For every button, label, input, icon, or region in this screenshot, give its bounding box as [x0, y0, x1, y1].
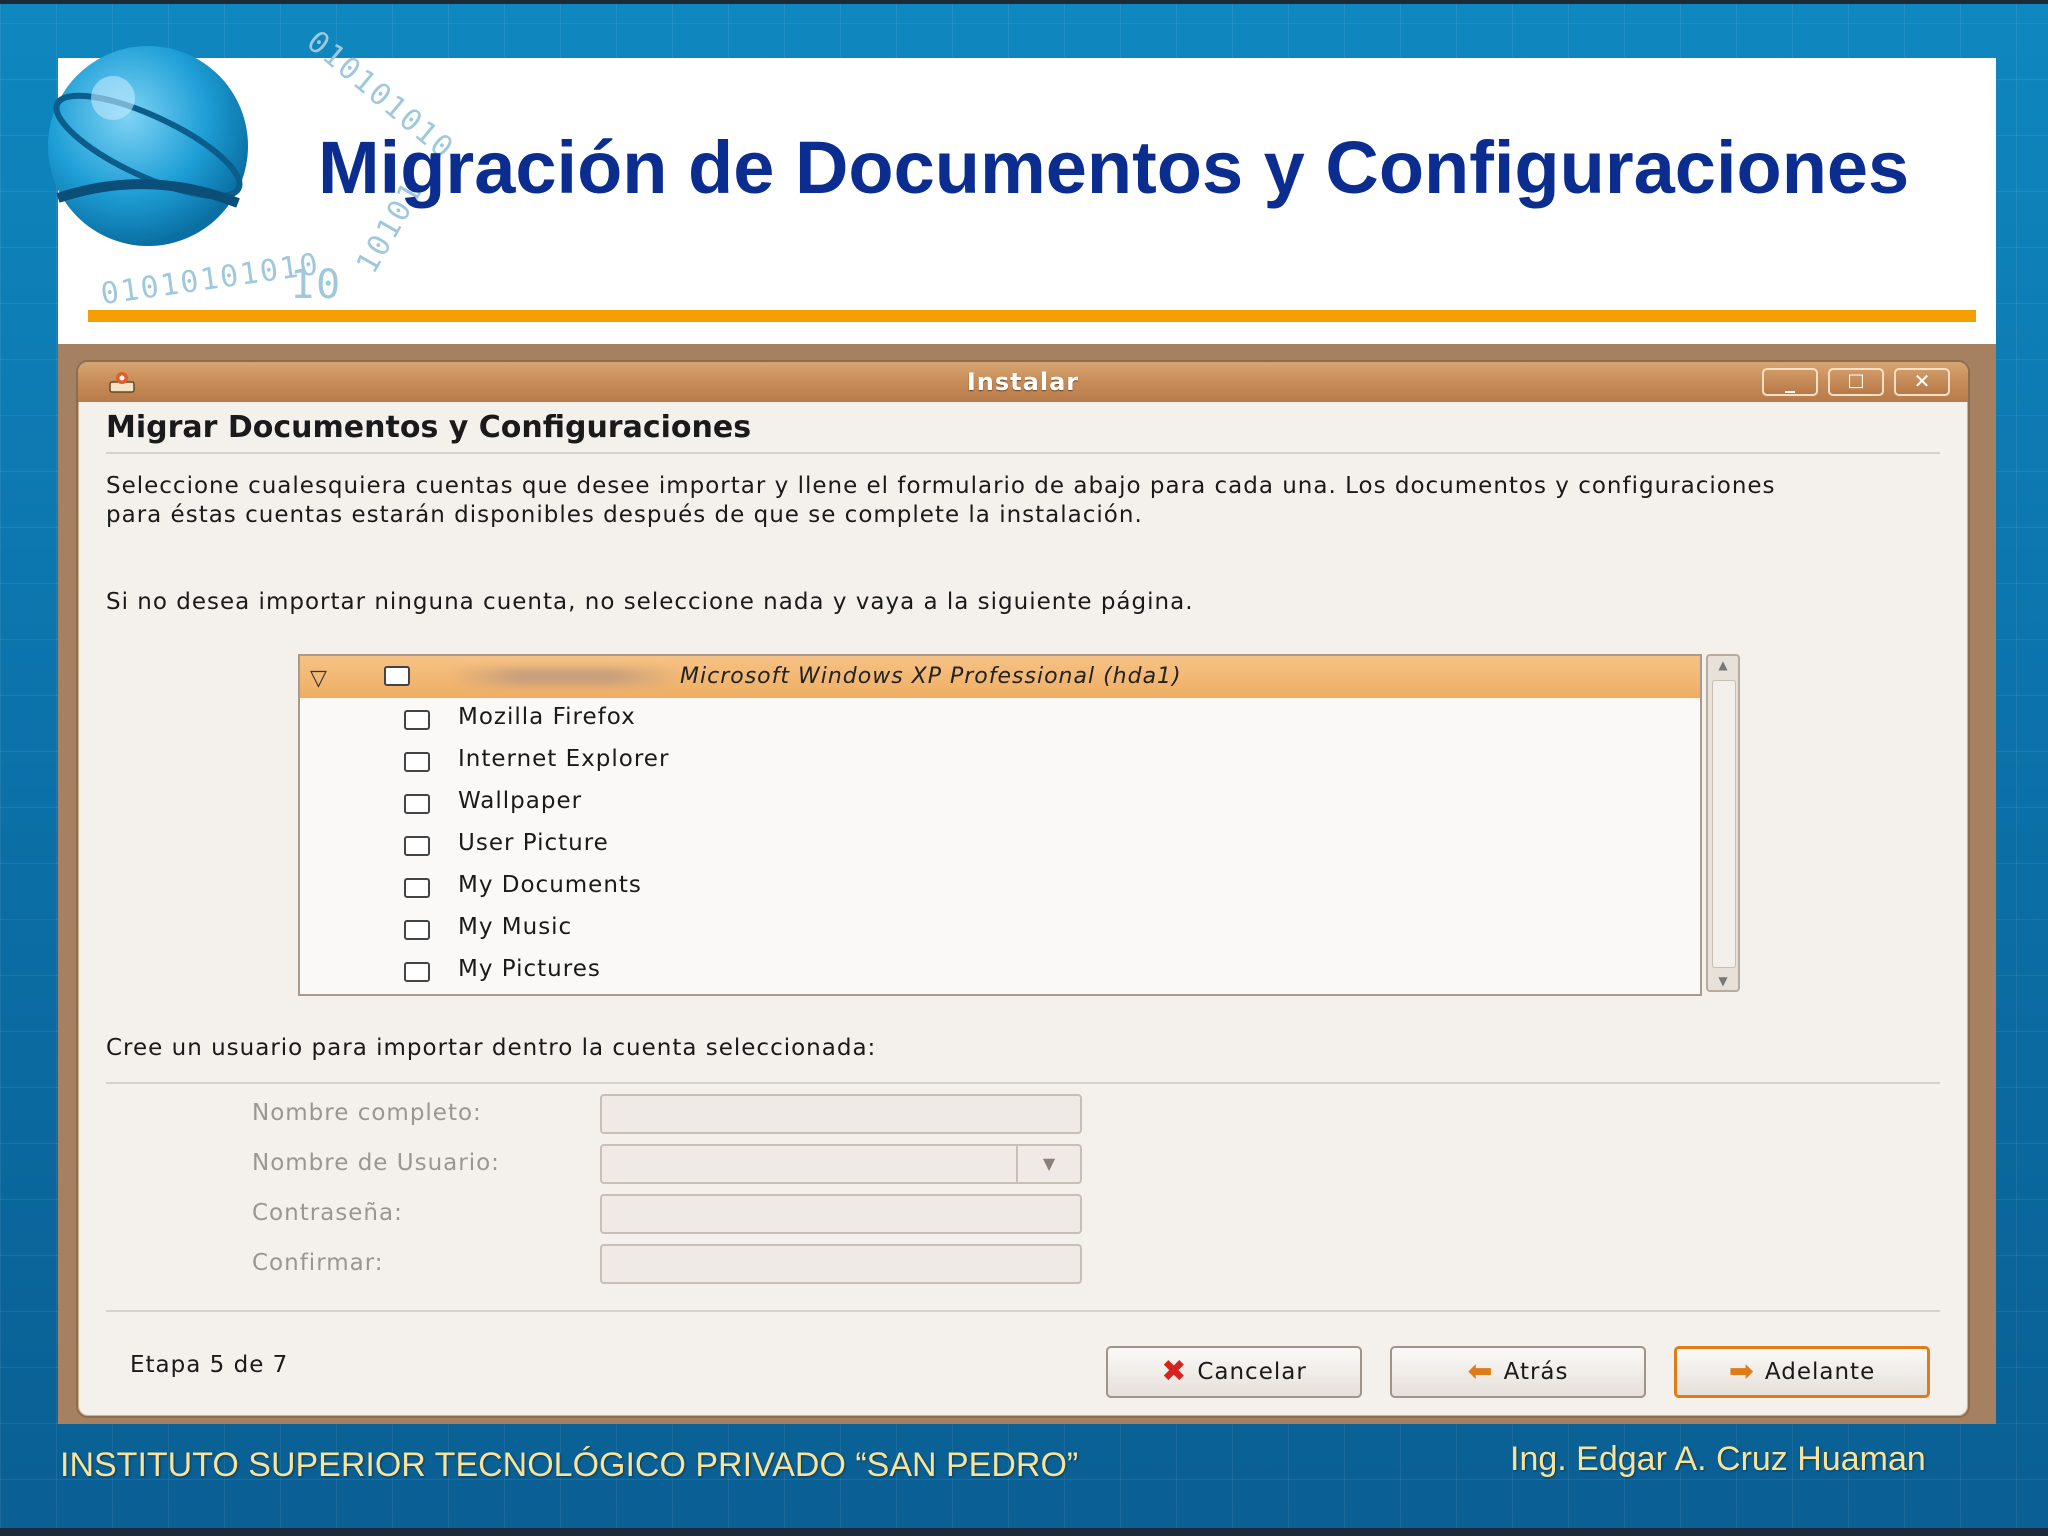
tree-row[interactable]: Mozilla Firefox: [300, 698, 1700, 740]
tree-item-label: My Pictures: [458, 956, 601, 982]
cancel-x-icon: ✖: [1161, 1354, 1188, 1389]
tree-row[interactable]: Internet Explorer: [300, 740, 1700, 782]
back-button[interactable]: ⬅ Atrás: [1390, 1346, 1646, 1398]
create-user-text: Cree un usuario para importar dentro la …: [106, 1035, 877, 1061]
tree-item-label: Mozilla Firefox: [458, 704, 636, 730]
top-frame: [0, 0, 2048, 4]
back-button-label: Atrás: [1503, 1359, 1569, 1385]
checkbox-my-music[interactable]: [404, 920, 430, 940]
checkbox-windows-xp[interactable]: [384, 666, 410, 686]
tree-row[interactable]: My Documents: [300, 866, 1700, 908]
tree-parent-label: Microsoft Windows XP Professional (hda1): [680, 664, 1182, 689]
slide-title: Migración de Documentos y Configuracione…: [318, 126, 1910, 209]
tree-scrollbar[interactable]: ▲ ▼: [1706, 654, 1740, 992]
minimize-button[interactable]: _: [1762, 368, 1818, 396]
accounts-tree[interactable]: ▽ Microsoft Windows XP Professional (hda…: [298, 654, 1702, 996]
expander-triangle-icon[interactable]: ▽: [310, 666, 327, 691]
username-combo[interactable]: ▼: [600, 1144, 1082, 1184]
scroll-up-icon[interactable]: ▲: [1708, 658, 1738, 672]
step-indicator: Etapa 5 de 7: [130, 1352, 289, 1378]
password-label: Contraseña:: [252, 1200, 403, 1226]
tree-row[interactable]: My Music: [300, 908, 1700, 950]
footer-author: Ing. Edgar A. Cruz Huaman: [1510, 1440, 1926, 1478]
checkbox-my-documents[interactable]: [404, 878, 430, 898]
confirm-label: Confirmar:: [252, 1250, 384, 1276]
separator: [106, 1082, 1940, 1084]
tree-item-label: My Documents: [458, 872, 642, 898]
separator: [106, 1310, 1940, 1312]
confirm-password-field[interactable]: [600, 1244, 1082, 1284]
arrow-left-icon: ⬅: [1467, 1354, 1494, 1389]
chevron-down-icon[interactable]: ▼: [1016, 1146, 1080, 1182]
checkbox-wallpaper[interactable]: [404, 794, 430, 814]
redacted-account-name: [450, 668, 680, 686]
checkbox-firefox[interactable]: [404, 710, 430, 730]
arrow-right-icon: ➡: [1728, 1354, 1755, 1389]
tree-row-windows-xp[interactable]: ▽ Microsoft Windows XP Professional (hda…: [300, 656, 1700, 698]
cancel-button-label: Cancelar: [1197, 1359, 1307, 1385]
scrollbar-thumb[interactable]: [1712, 680, 1736, 968]
window-titlebar[interactable]: Instalar _ □ ✕: [78, 362, 1968, 402]
maximize-button[interactable]: □: [1828, 368, 1884, 396]
checkbox-my-pictures[interactable]: [404, 962, 430, 982]
tree-item-label: User Picture: [458, 830, 609, 856]
close-button[interactable]: ✕: [1894, 368, 1950, 396]
intro-text: Seleccione cualesquiera cuentas que dese…: [106, 473, 1776, 528]
tree-row[interactable]: User Picture: [300, 824, 1700, 866]
binary-decoration: 10: [290, 262, 343, 308]
forward-button[interactable]: ➡ Adelante: [1674, 1346, 1930, 1398]
forward-button-label: Adelante: [1764, 1359, 1876, 1385]
tree-item-label: Wallpaper: [458, 788, 583, 814]
title-underline: [88, 310, 1976, 322]
full-name-field[interactable]: [600, 1094, 1082, 1134]
checkbox-user-picture[interactable]: [404, 836, 430, 856]
scroll-down-icon[interactable]: ▼: [1708, 974, 1738, 988]
tree-item-label: My Music: [458, 914, 573, 940]
separator: [106, 452, 1940, 454]
cancel-button[interactable]: ✖ Cancelar: [1106, 1346, 1362, 1398]
window-title: Instalar: [966, 368, 1080, 396]
checkbox-internet-explorer[interactable]: [404, 752, 430, 772]
skip-text: Si no desea importar ninguna cuenta, no …: [106, 589, 1194, 615]
full-name-label: Nombre completo:: [252, 1100, 482, 1126]
footer-institute: INSTITUTO SUPERIOR TECNOLÓGICO PRIVADO “…: [60, 1446, 1079, 1484]
globe-logo: [48, 46, 248, 246]
tree-row[interactable]: Wallpaper: [300, 782, 1700, 824]
username-label: Nombre de Usuario:: [252, 1150, 500, 1176]
tree-item-label: Internet Explorer: [458, 746, 670, 772]
tree-row[interactable]: My Pictures: [300, 950, 1700, 992]
installer-window: Instalar _ □ ✕ Migrar Documentos y Confi…: [76, 360, 1970, 1418]
bottom-frame: [0, 1528, 2048, 1536]
page-heading: Migrar Documentos y Configuraciones: [106, 410, 752, 445]
password-field[interactable]: [600, 1194, 1082, 1234]
